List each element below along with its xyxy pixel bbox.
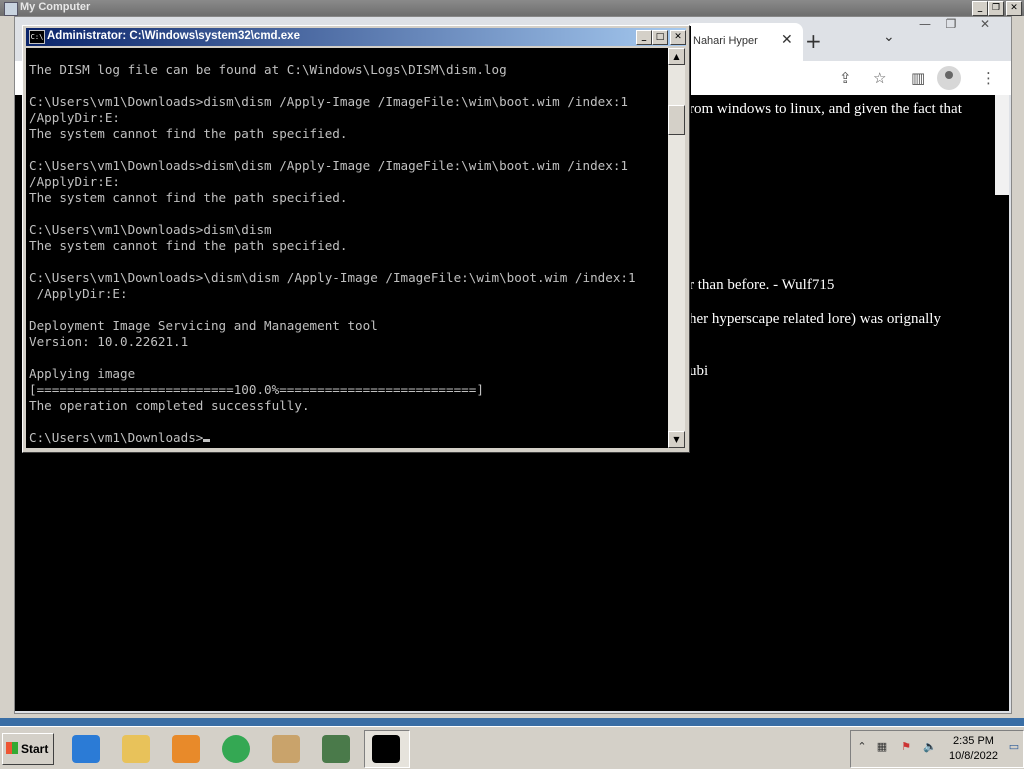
command-prompt-icon: [372, 735, 400, 763]
network-icon[interactable]: ▦: [875, 740, 889, 756]
cmd-maximize-button[interactable]: □: [652, 30, 668, 45]
text-cursor: [203, 439, 211, 442]
taskbar-app-command-prompt[interactable]: [364, 730, 410, 768]
task-manager-icon: [322, 735, 350, 763]
paint-icon: [272, 735, 300, 763]
cmd-minimize-button[interactable]: _: [636, 30, 652, 45]
taskbar-app-internet-explorer[interactable]: [64, 730, 110, 768]
page-text-line: rom windows to linux, and given the fact…: [689, 101, 962, 117]
vm-title-bar: My Computer _ ❐ ✕: [0, 0, 1024, 16]
taskbar-app-chrome[interactable]: [214, 730, 260, 768]
taskbar-app-task-manager[interactable]: [314, 730, 360, 768]
clock-time[interactable]: 2:35 PM: [953, 735, 994, 747]
browser-scrollbar[interactable]: [995, 95, 1009, 195]
profile-avatar[interactable]: [937, 66, 961, 90]
vm-minimize-button[interactable]: _: [972, 1, 988, 16]
bookmark-star-icon[interactable]: ☆: [873, 69, 886, 87]
cmd-window: C:\ Administrator: C:\Windows\system32\c…: [22, 25, 690, 453]
system-tray: ⌃ ▦ ⚑ 🔈 2:35 PM 10/8/2022 ▭: [850, 730, 1024, 768]
action-center-icon[interactable]: ⚑: [899, 740, 913, 756]
taskbar-app-paint[interactable]: [264, 730, 310, 768]
clock-date[interactable]: 10/8/2022: [949, 750, 998, 762]
browser-maximize-button[interactable]: ❐: [941, 17, 961, 33]
cmd-console[interactable]: The DISM log file can be found at C:\Win…: [26, 48, 668, 448]
taskbar-app-media-player[interactable]: [164, 730, 210, 768]
page-text-line: her hyperscape related lore) was orignal…: [689, 311, 941, 327]
side-panel-icon[interactable]: ▥: [911, 69, 925, 87]
cmd-icon: C:\: [29, 30, 45, 44]
vm-restore-button[interactable]: ❐: [988, 1, 1004, 16]
chrome-icon: [222, 735, 250, 763]
show-hidden-icons-icon[interactable]: ⌃: [855, 740, 869, 756]
cmd-vertical-scrollbar[interactable]: ▲ ▼: [668, 48, 685, 448]
cmd-output-text: The DISM log file can be found at C:\Win…: [29, 62, 636, 413]
windows-logo-icon: [6, 742, 18, 754]
file-explorer-icon: [122, 735, 150, 763]
computer-icon: [4, 2, 18, 16]
close-tab-icon[interactable]: ✕: [781, 32, 793, 48]
scroll-up-arrow-icon[interactable]: ▲: [668, 48, 685, 65]
cmd-title-bar[interactable]: C:\ Administrator: C:\Windows\system32\c…: [26, 28, 686, 46]
vm-window-title: My Computer: [20, 1, 91, 13]
vm-close-button[interactable]: ✕: [1006, 1, 1022, 16]
internet-explorer-icon: [72, 735, 100, 763]
scroll-down-arrow-icon[interactable]: ▼: [668, 431, 685, 448]
menu-kebab-icon[interactable]: ⋮: [981, 69, 996, 87]
scroll-thumb[interactable]: [668, 105, 685, 135]
new-tab-button[interactable]: +: [805, 29, 822, 53]
start-label: Start: [21, 742, 49, 756]
cmd-window-title: Administrator: C:\Windows\system32\cmd.e…: [47, 30, 300, 42]
taskbar-app-file-explorer[interactable]: [114, 730, 160, 768]
cmd-close-button[interactable]: ✕: [670, 30, 686, 45]
browser-minimize-button[interactable]: —: [915, 17, 935, 33]
page-text-line: ubi: [689, 363, 709, 379]
tab-search-button[interactable]: ⌄: [883, 29, 895, 45]
browser-tab[interactable]: Nahari Hyper ✕: [685, 23, 803, 61]
browser-close-button[interactable]: ✕: [975, 17, 995, 33]
volume-icon[interactable]: 🔈: [923, 740, 937, 756]
page-text-line: r than before. - Wulf715: [689, 277, 835, 293]
cmd-prompt: C:\Users\vm1\Downloads>: [29, 430, 204, 445]
browser-tab-title: Nahari Hyper: [693, 35, 758, 47]
show-desktop-icon[interactable]: ▭: [1007, 740, 1021, 756]
share-icon[interactable]: ⇪: [839, 69, 852, 87]
start-button[interactable]: Start: [2, 733, 54, 765]
taskbar: Start ⌃ ▦ ⚑ 🔈 2:35 PM 10/8/2022 ▭: [0, 726, 1024, 769]
cmd-output: The DISM log file can be found at C:\Win…: [29, 48, 636, 446]
media-player-icon: [172, 735, 200, 763]
